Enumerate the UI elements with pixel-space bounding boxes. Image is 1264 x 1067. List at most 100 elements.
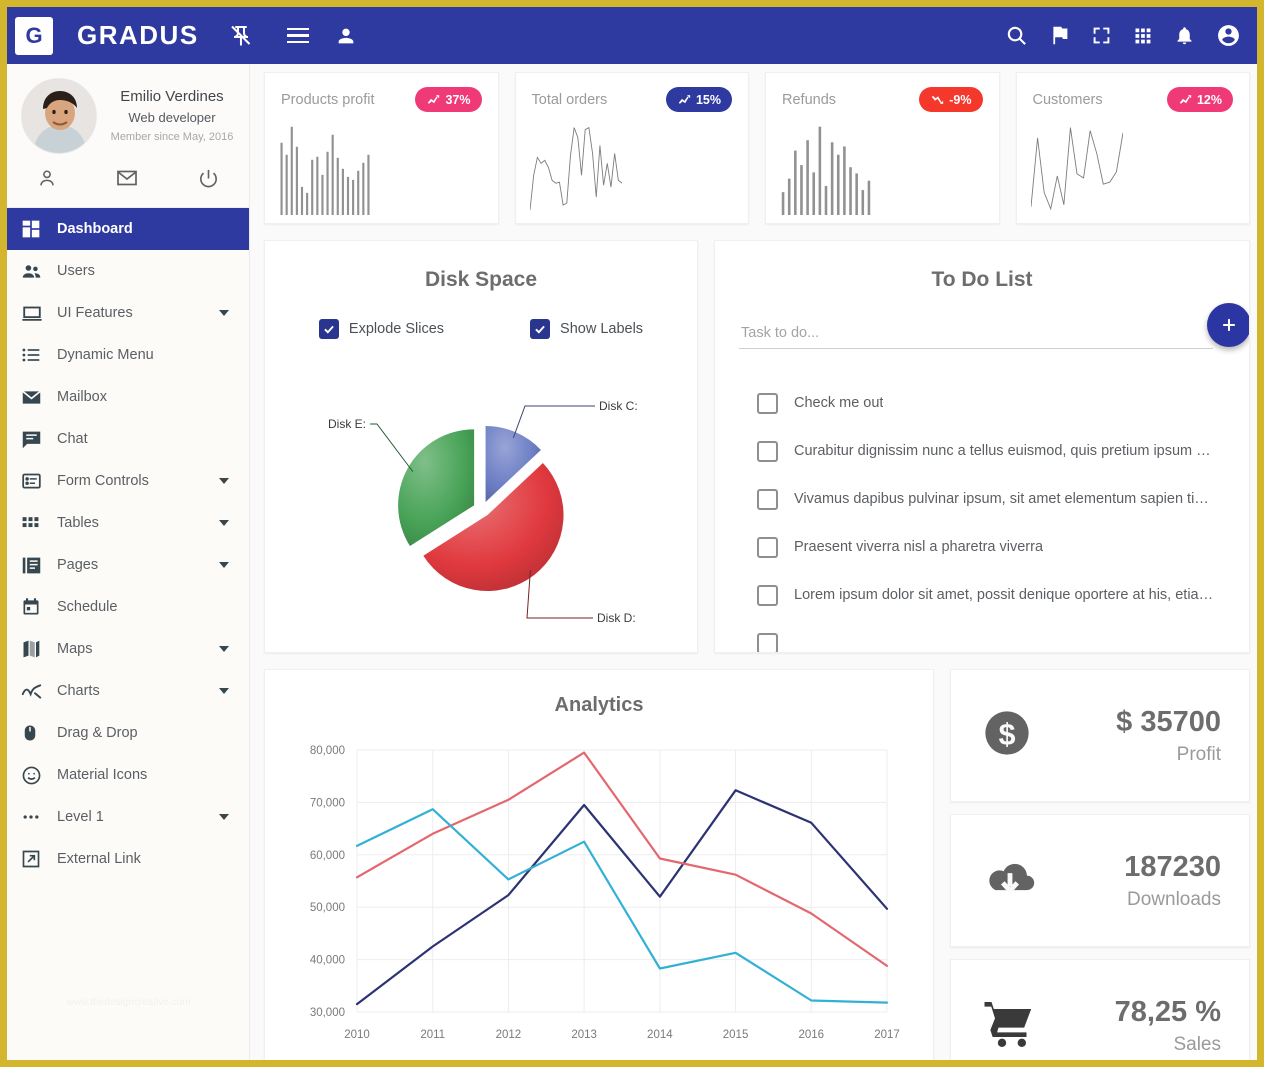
pin-off-icon[interactable]	[229, 24, 253, 48]
pie-slice-DiskE[interactable]	[398, 429, 475, 547]
brand-title: GRADUS	[77, 20, 199, 50]
power-icon[interactable]	[197, 167, 220, 195]
notifications-bell-icon[interactable]	[1174, 25, 1195, 46]
todo-item[interactable]: Praesent viverra nisl a pharetra viverra	[715, 523, 1249, 571]
y-axis-tick: 80,000	[310, 745, 345, 757]
sidebar-item-label: Schedule	[57, 599, 118, 615]
sidebar-item-dynamic-menu[interactable]: Dynamic Menu	[7, 334, 249, 376]
x-axis-tick: 2011	[420, 1029, 445, 1041]
sidebar-item-label: Drag & Drop	[57, 725, 138, 741]
todo-checkbox[interactable]	[757, 632, 778, 652]
pie-label: Disk E:	[328, 417, 366, 431]
line-series-navy	[355, 789, 889, 1006]
form-icon	[21, 471, 51, 492]
pie-leader-line	[370, 423, 414, 472]
cloud-download-icon	[981, 849, 1039, 912]
stat-card-header: Products profit 37%	[281, 87, 482, 112]
hamburger-menu-icon[interactable]	[286, 27, 309, 44]
kpi-label: Sales	[1173, 1033, 1221, 1055]
sidebar-item-material-icons[interactable]: Material Icons	[7, 754, 249, 796]
search-icon[interactable]	[1005, 24, 1028, 47]
checkbox-show-labels[interactable]: Show Labels	[530, 319, 643, 339]
envelope-icon[interactable]	[115, 166, 139, 195]
sidebar-item-external-link[interactable]: External Link	[7, 838, 249, 880]
sidebar-item-pages[interactable]: Pages	[7, 544, 249, 586]
todo-list-card: To Do List Check me out Curabitur digniss…	[714, 240, 1250, 653]
dashboard-icon	[21, 219, 51, 239]
sidebar-item-label: External Link	[57, 851, 141, 867]
ellipsis-icon	[21, 807, 51, 827]
stat-card-badge-value: 15%	[695, 92, 721, 107]
profile-actions	[7, 154, 249, 208]
sidebar-item-label: Form Controls	[57, 473, 149, 489]
todo-checkbox[interactable]	[757, 392, 778, 414]
stat-cards-row: Products profit 37% Total orders 15% Refunds…	[264, 72, 1250, 224]
y-axis-tick: 30,000	[310, 1007, 345, 1019]
sidebar: Emilio Verdines Web developer Member sin…	[7, 64, 250, 1060]
checkbox-label: Explode Slices	[348, 321, 445, 337]
profile-name: Emilio Verdines	[120, 88, 224, 105]
sidebar-item-schedule[interactable]: Schedule	[7, 586, 249, 628]
todo-item-label: Praesent viverra nisl a pharetra viverra	[794, 539, 1044, 555]
todo-items: Check me out Curabitur dignissim nunc a t…	[715, 379, 1249, 652]
todo-item[interactable]: Check me out	[715, 379, 1249, 427]
todo-checkbox[interactable]	[757, 536, 778, 558]
sidebar-item-tables[interactable]: Tables	[7, 502, 249, 544]
topbar-right-icons	[1005, 23, 1241, 48]
line-series-cyan	[355, 808, 889, 1004]
fullscreen-icon[interactable]	[1091, 25, 1112, 46]
avatar[interactable]	[21, 78, 97, 154]
todo-checkbox[interactable]	[757, 584, 778, 606]
profile-panel: Emilio Verdines Web developer Member sin…	[7, 64, 249, 208]
sidebar-item-ui-features[interactable]: UI Features	[7, 292, 249, 334]
disk-space-card: Disk Space Explode Slices Show Labels Di…	[264, 240, 698, 653]
stat-card-badge: 37%	[415, 87, 482, 112]
todo-item[interactable]: Curabitur dignissim nunc a tellus euismo…	[715, 427, 1249, 475]
todo-item[interactable]: Lorem ipsum dolor sit amet, possit deniq…	[715, 571, 1249, 619]
flag-icon[interactable]	[1049, 25, 1070, 46]
sidebar-item-chat[interactable]: Chat	[7, 418, 249, 460]
account-circle-icon[interactable]	[1216, 23, 1241, 48]
chevron-down-icon[interactable]	[219, 562, 229, 568]
apps-grid-icon[interactable]	[1133, 26, 1153, 46]
y-axis-tick: 60,000	[310, 850, 345, 862]
chevron-down-icon[interactable]	[219, 688, 229, 694]
sidebar-item-dashboard[interactable]: Dashboard	[7, 208, 249, 250]
sidebar-item-level-1[interactable]: Level 1	[7, 796, 249, 838]
smiley-icon	[21, 765, 51, 786]
sidebar-item-label: Chat	[57, 431, 88, 447]
sidebar-item-label: Material Icons	[57, 767, 148, 783]
add-task-button[interactable]	[1207, 303, 1249, 347]
sidebar-item-drag-drop[interactable]: Drag & Drop	[7, 712, 249, 754]
stat-card-title: Products profit	[281, 91, 375, 108]
sidebar-item-users[interactable]: Users	[7, 250, 249, 292]
sidebar-item-mailbox[interactable]: Mailbox	[7, 376, 249, 418]
trend-down-icon	[930, 92, 945, 107]
sidebar-item-charts[interactable]: Charts	[7, 670, 249, 712]
trend-up-icon	[1178, 92, 1193, 107]
checkbox-explode-slices[interactable]: Explode Slices	[318, 319, 445, 339]
bottom-row: Analytics 30,000 40,000 50,000 60,000 70,000…	[264, 669, 1250, 1060]
todo-item[interactable]	[715, 619, 1249, 652]
x-axis-tick: 2014	[647, 1029, 673, 1041]
todo-item[interactable]: Vivamus dapibus pulvinar ipsum, sit amet…	[715, 475, 1249, 523]
person-icon[interactable]	[36, 167, 58, 194]
chevron-down-icon[interactable]	[219, 646, 229, 652]
person-icon[interactable]	[335, 25, 357, 47]
envelope-icon	[21, 387, 51, 408]
sidebar-item-label: Tables	[57, 515, 99, 531]
sidebar-item-form-controls[interactable]: Form Controls	[7, 460, 249, 502]
chevron-down-icon[interactable]	[219, 814, 229, 820]
chevron-down-icon[interactable]	[219, 520, 229, 526]
app-logo[interactable]: G	[15, 16, 53, 55]
todo-input[interactable]	[739, 321, 1213, 349]
sidebar-item-maps[interactable]: Maps	[7, 628, 249, 670]
chevron-down-icon[interactable]	[219, 310, 229, 316]
todo-checkbox[interactable]	[757, 440, 778, 462]
profile-role: Web developer	[128, 110, 216, 125]
todo-checkbox[interactable]	[757, 488, 778, 510]
kpi-label: Downloads	[1127, 888, 1221, 910]
map-icon	[21, 639, 51, 659]
chevron-down-icon[interactable]	[219, 478, 229, 484]
sidebar-item-label: Maps	[57, 641, 93, 657]
